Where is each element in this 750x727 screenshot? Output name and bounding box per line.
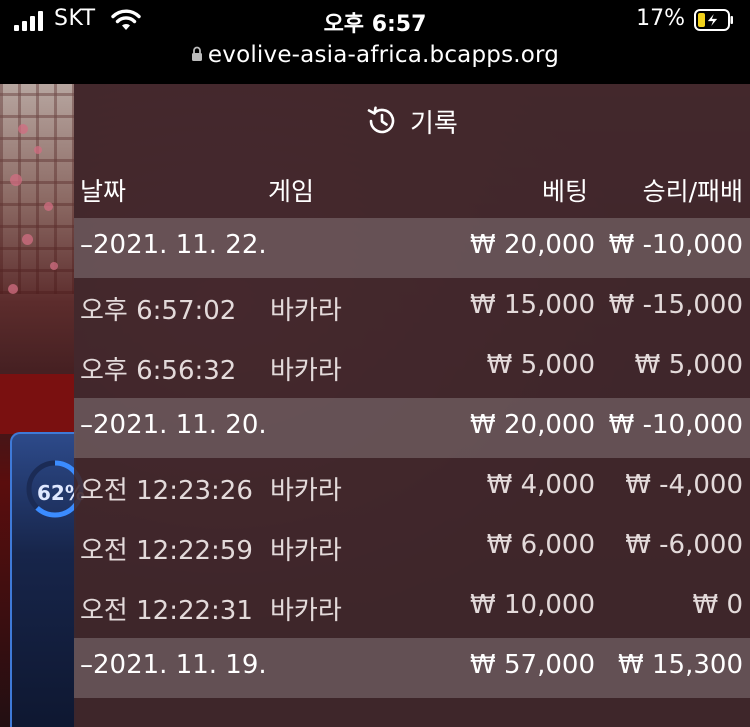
row-bet-amount: ₩ 57,000 bbox=[470, 650, 595, 680]
row-win-loss: ₩ -6,000 bbox=[625, 530, 743, 560]
bet-history-row[interactable]: 오전 12:22:31 바카라 ₩ 10,000 ₩ 0 bbox=[74, 578, 750, 638]
date-group-row[interactable]: –2021. 11. 19. ₩ 57,000 ₩ 15,300 bbox=[74, 638, 750, 698]
history-list: –2021. 11. 22. ₩ 20,000 ₩ -10,000 오후 6:57:0… bbox=[74, 218, 750, 698]
history-icon bbox=[367, 106, 395, 134]
lock-icon bbox=[191, 46, 202, 61]
row-win-loss: ₩ 5,000 bbox=[634, 350, 743, 380]
group-date: –2021. 11. 22. bbox=[80, 230, 267, 260]
row-time: 오후 6:57:02 bbox=[80, 296, 237, 326]
row-game: 바카라 bbox=[270, 296, 342, 326]
row-bet-amount: ₩ 5,000 bbox=[486, 350, 595, 380]
row-game: 바카라 bbox=[270, 536, 342, 566]
header-game: 게임 bbox=[268, 177, 315, 206]
group-date: –2021. 11. 20. bbox=[80, 410, 267, 440]
side-stats-widget[interactable]: 62% bbox=[10, 432, 85, 727]
row-bet-amount: ₩ 10,000 bbox=[470, 590, 595, 620]
row-win-loss: ₩ -4,000 bbox=[625, 470, 743, 500]
row-time: 오후 6:56:32 bbox=[80, 356, 237, 386]
row-bet-amount: ₩ 20,000 bbox=[470, 230, 595, 260]
header-date: 날짜 bbox=[80, 177, 127, 206]
history-panel: 기록 날짜 게임 베팅 승리/패배 –2021. 11. 22. ₩ 20,000… bbox=[74, 84, 750, 727]
battery-charging-icon bbox=[694, 9, 733, 31]
row-bet-amount: ₩ 20,000 bbox=[470, 410, 595, 440]
bet-history-row[interactable]: 오후 6:57:02 바카라 ₩ 15,000 ₩ -15,000 bbox=[74, 278, 750, 338]
status-bar: SKT 오후 6:57 17% bbox=[0, 0, 750, 42]
group-date: –2021. 11. 19. bbox=[80, 650, 267, 680]
bet-history-row[interactable]: 오전 12:22:59 바카라 ₩ 6,000 ₩ -6,000 bbox=[74, 518, 750, 578]
row-time: 오전 12:22:31 bbox=[80, 596, 253, 626]
row-game: 바카라 bbox=[270, 356, 342, 386]
row-win-loss: ₩ 0 bbox=[692, 590, 743, 620]
bet-history-row[interactable]: 오후 6:56:32 바카라 ₩ 5,000 ₩ 5,000 bbox=[74, 338, 750, 398]
header-bet: 베팅 bbox=[541, 177, 588, 206]
bet-history-row[interactable]: 오전 12:23:26 바카라 ₩ 4,000 ₩ -4,000 bbox=[74, 458, 750, 518]
row-win-loss: ₩ -10,000 bbox=[608, 410, 743, 440]
row-time: 오전 12:22:59 bbox=[80, 536, 253, 566]
row-win-loss: ₩ -15,000 bbox=[608, 290, 743, 320]
history-header: 기록 bbox=[74, 84, 750, 158]
row-win-loss: ₩ -10,000 bbox=[608, 230, 743, 260]
header-win-loss: 승리/패배 bbox=[642, 177, 743, 206]
row-game: 바카라 bbox=[270, 476, 342, 506]
row-bet-amount: ₩ 4,000 bbox=[486, 470, 595, 500]
row-game: 바카라 bbox=[270, 596, 342, 626]
date-group-row[interactable]: –2021. 11. 20. ₩ 20,000 ₩ -10,000 bbox=[74, 398, 750, 458]
panel-title: 기록 bbox=[410, 109, 458, 139]
url-text: evolive-asia-africa.bcapps.org bbox=[207, 42, 560, 68]
date-group-row[interactable]: –2021. 11. 22. ₩ 20,000 ₩ -10,000 bbox=[74, 218, 750, 278]
row-time: 오전 12:23:26 bbox=[80, 476, 253, 506]
column-headers: 날짜 게임 베팅 승리/패배 bbox=[74, 168, 750, 216]
battery-percent: 17% bbox=[636, 6, 685, 31]
row-bet-amount: ₩ 15,000 bbox=[470, 290, 595, 320]
url-bar[interactable]: evolive-asia-africa.bcapps.org bbox=[0, 42, 750, 84]
row-bet-amount: ₩ 6,000 bbox=[486, 530, 595, 560]
row-win-loss: ₩ 15,300 bbox=[618, 650, 743, 680]
